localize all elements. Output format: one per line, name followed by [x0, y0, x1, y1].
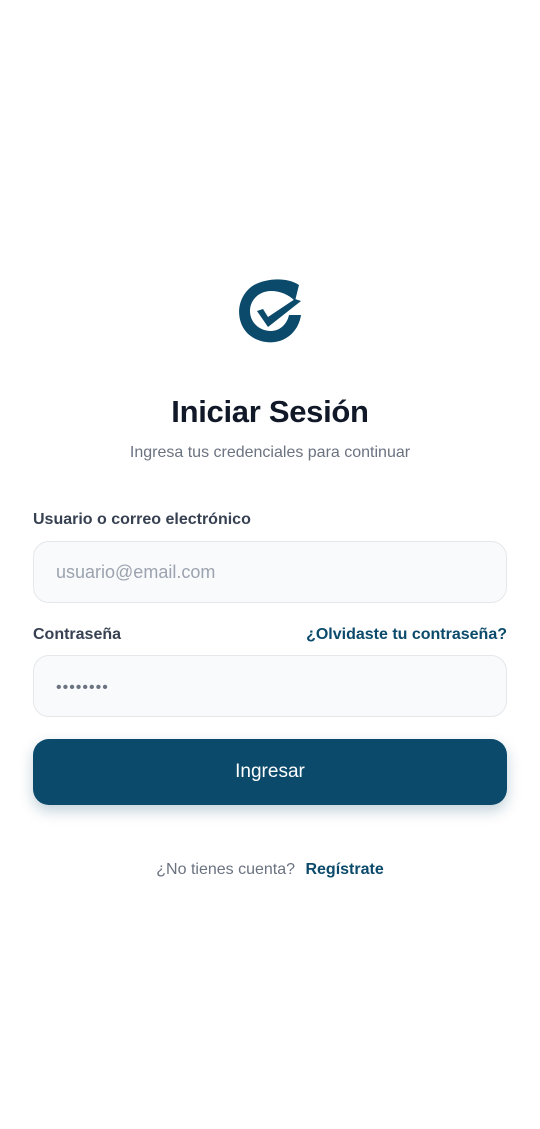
signup-row: ¿No tienes cuenta? Regístrate: [0, 861, 540, 879]
user-field-label: Usuario o correo electrónico: [33, 511, 251, 528]
signup-link[interactable]: Regístrate: [305, 861, 383, 878]
password-field-label: Contraseña: [33, 626, 122, 643]
login-submit-button[interactable]: Ingresar: [33, 739, 507, 805]
brand-check-logo-icon: [239, 279, 301, 343]
login-screen: Iniciar Sesión Ingresa tus credenciales …: [0, 0, 540, 1129]
password-input[interactable]: [33, 655, 507, 717]
user-email-input[interactable]: [33, 541, 507, 603]
forgot-password-link[interactable]: ¿Olvidaste tu contraseña?: [306, 626, 507, 644]
signup-question: ¿No tienes cuenta?: [156, 861, 296, 878]
page-subtitle: Ingresa tus credenciales para continuar: [129, 444, 411, 461]
page-title: Iniciar Sesión: [171, 394, 369, 429]
